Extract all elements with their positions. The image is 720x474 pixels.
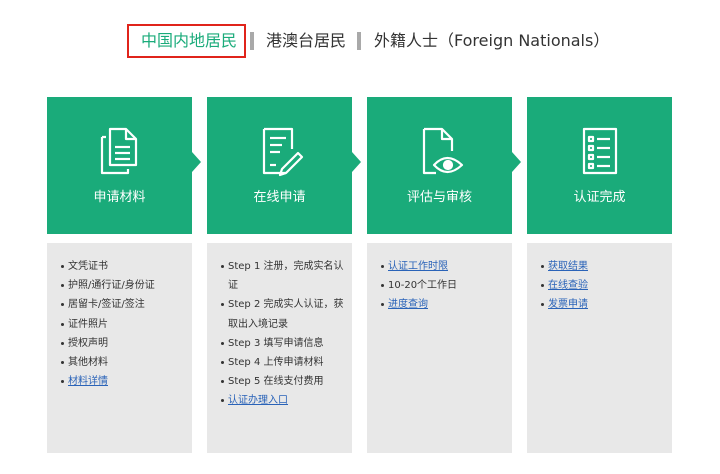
step-arrow (192, 152, 201, 172)
step-materials: 申请材料 (47, 97, 201, 234)
invoice-request-link[interactable]: 发票申请 (548, 299, 588, 310)
list-item: 授权声明 (61, 334, 192, 353)
online-verify-link[interactable]: 在线查验 (548, 280, 588, 291)
step-online-application: 在线申请 (207, 97, 361, 234)
panel-review: 认证工作时限 10-20个工作日 进度查询 (367, 243, 512, 453)
step-complete: 认证完成 (527, 97, 672, 234)
get-result-link[interactable]: 获取结果 (548, 261, 588, 272)
tab-foreign-nationals[interactable]: 外籍人士（Foreign Nationals） (374, 24, 609, 58)
tab-separator (357, 32, 361, 50)
list-item: 证件照片 (61, 315, 192, 334)
step-title: 认证完成 (573, 190, 626, 205)
list-item: 护照/通行证/身份证 (61, 276, 192, 295)
list-item: 认证办理入口 (221, 391, 352, 410)
list-item: 10-20个工作日 (381, 276, 512, 295)
step-title: 申请材料 (93, 190, 146, 205)
step-title: 在线申请 (253, 190, 306, 205)
step-arrow (352, 152, 361, 172)
list-item: Step 1 注册，完成实名认证 (221, 257, 352, 295)
processing-time-link[interactable]: 认证工作时限 (388, 261, 448, 272)
list-item: 进度查询 (381, 295, 512, 314)
certification-portal-link[interactable]: 认证办理入口 (228, 395, 288, 406)
panel-online-application: Step 1 注册，完成实名认证 Step 2 完成实人认证，获取出入境记录 S… (207, 243, 352, 453)
progress-query-link[interactable]: 进度查询 (388, 299, 428, 310)
tab-mainland-residents[interactable]: 中国内地居民 (127, 24, 246, 58)
list-item: 其他材料 (61, 353, 192, 372)
list-item: 获取结果 (541, 257, 672, 276)
panel-complete: 获取结果 在线查验 发票申请 (527, 243, 672, 453)
form-edit-icon (262, 127, 303, 177)
tab-separator (250, 32, 254, 50)
step-review: 评估与审核 (367, 97, 521, 234)
residency-tabs: 中国内地居民 港澳台居民 外籍人士（Foreign Nationals） (0, 24, 720, 58)
document-eye-icon (422, 127, 463, 175)
materials-details-link[interactable]: 材料详情 (68, 376, 108, 387)
list-item: Step 5 在线支付费用 (221, 372, 352, 391)
list-item: 发票申请 (541, 295, 672, 314)
step-arrow (512, 152, 521, 172)
tab-hmt-residents[interactable]: 港澳台居民 (266, 24, 346, 58)
documents-icon (100, 127, 137, 175)
step-title: 评估与审核 (406, 190, 472, 205)
panel-materials: 文凭证书 护照/通行证/身份证 居留卡/签证/签注 证件照片 授权声明 其他材料… (47, 243, 192, 453)
list-item: 材料详情 (61, 372, 192, 391)
list-item: 居留卡/签证/签注 (61, 295, 192, 314)
list-item: Step 4 上传申请材料 (221, 353, 352, 372)
list-item: Step 3 填写申请信息 (221, 334, 352, 353)
list-item: Step 2 完成实人认证，获取出入境记录 (221, 295, 352, 333)
list-item: 文凭证书 (61, 257, 192, 276)
list-item: 认证工作时限 (381, 257, 512, 276)
list-item: 在线查验 (541, 276, 672, 295)
checklist-icon (582, 127, 617, 175)
